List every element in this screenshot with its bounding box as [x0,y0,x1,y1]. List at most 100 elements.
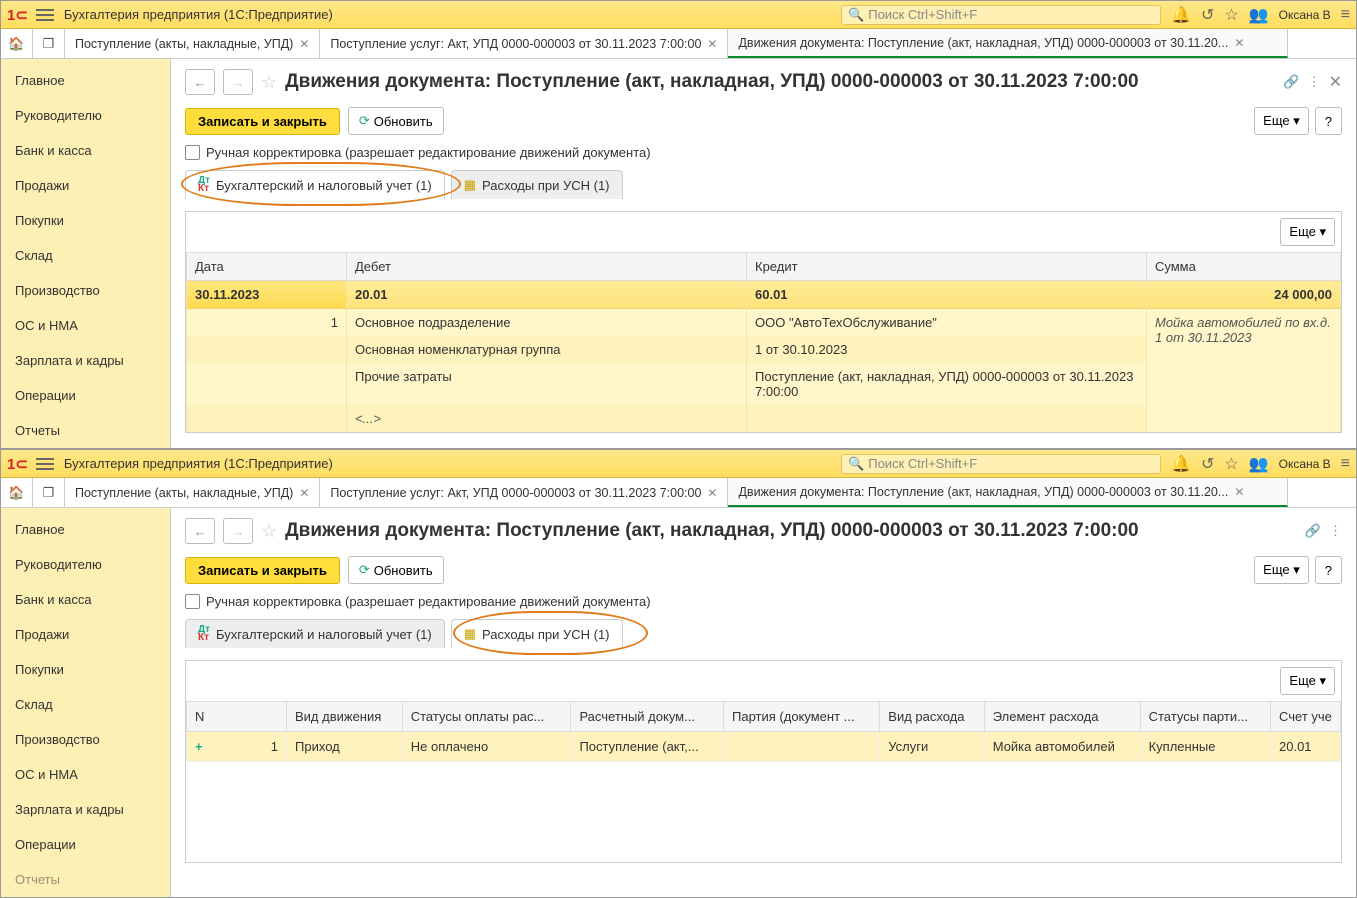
apptab-1[interactable]: Поступление (акты, накладные, УПД)✕ [65,478,320,507]
manual-edit-checkbox[interactable] [185,594,200,609]
col-expelem[interactable]: Элемент расхода [984,702,1140,732]
nav-back-button[interactable]: ← [185,518,215,544]
apptab-2[interactable]: Поступление услуг: Акт, УПД 0000-000003 … [320,478,728,507]
home-button[interactable]: 🏠 [1,478,33,507]
usn-grid[interactable]: N Вид движения Статусы оплаты рас... Рас… [186,701,1341,762]
sidebar-item-reports[interactable]: Отчеты [1,413,170,448]
sidebar-item-sales[interactable]: Продажи [1,168,170,203]
sidebar-item-stock[interactable]: Склад [1,687,170,722]
settings-icon[interactable]: ≡ [1341,6,1350,24]
sidebar-item-operations[interactable]: Операции [1,378,170,413]
user-icon[interactable]: 👥 [1249,5,1269,25]
favorite-icon[interactable]: ☆ [261,72,277,93]
more-icon[interactable]: ⋮ [1329,523,1342,539]
accounting-grid[interactable]: Дата Дебет Кредит Сумма 30.11.2023 20.01… [186,252,1341,432]
save-close-button[interactable]: Записать и закрыть [185,108,340,135]
sidebar-item-hr[interactable]: Зарплата и кадры [1,792,170,827]
user-icon[interactable]: 👥 [1249,454,1269,474]
tab-accounting[interactable]: ДтКт Бухгалтерский и налоговый учет (1) [185,170,445,199]
sidebar-item-production[interactable]: Производство [1,273,170,308]
close-icon[interactable]: ✕ [299,37,309,51]
col-account[interactable]: Счет уче [1271,702,1341,732]
table-row[interactable]: +1 Приход Не оплачено Поступление (акт,.… [187,732,1341,762]
col-calcdoc[interactable]: Расчетный докум... [571,702,724,732]
sidebar-item-bank[interactable]: Банк и касса [1,582,170,617]
sidebar-item-sales[interactable]: Продажи [1,617,170,652]
close-icon[interactable]: ✕ [707,37,717,51]
sidebar-item-bank[interactable]: Банк и касса [1,133,170,168]
col-n[interactable]: N [187,702,287,732]
menu-icon[interactable] [36,9,54,21]
col-paystatus[interactable]: Статусы оплаты рас... [402,702,571,732]
close-icon[interactable]: ✕ [299,486,309,500]
col-debit[interactable]: Дебет [347,253,747,281]
sidebar-item-manager[interactable]: Руководителю [1,98,170,133]
close-button[interactable]: ✕ [1329,72,1342,92]
close-icon[interactable]: ✕ [1234,36,1244,50]
link-icon[interactable]: 🔗 [1283,74,1299,90]
col-party[interactable]: Партия (документ ... [724,702,880,732]
refresh-button[interactable]: ⟳Обновить [348,556,444,584]
search-icon: 🔍 [848,456,864,472]
apptab-2[interactable]: Поступление услуг: Акт, УПД 0000-000003 … [320,29,728,58]
sidebar-item-reports[interactable]: Отчеты [1,862,170,897]
history-icon[interactable]: ↺ [1201,5,1214,25]
windows-button[interactable]: ❐ [33,478,65,507]
col-exptype[interactable]: Вид расхода [880,702,984,732]
help-button[interactable]: ? [1315,107,1342,135]
grid-panel: Еще ▾ N Вид движения Статусы оплаты рас.… [185,660,1342,863]
grid-more-button[interactable]: Еще ▾ [1280,667,1335,695]
sidebar-item-purchases[interactable]: Покупки [1,203,170,238]
search-input[interactable]: 🔍 Поиск Ctrl+Shift+F [841,5,1161,25]
nav-back-button[interactable]: ← [185,69,215,95]
col-credit[interactable]: Кредит [747,253,1147,281]
manual-edit-checkbox[interactable] [185,145,200,160]
col-type[interactable]: Вид движения [287,702,403,732]
bell-icon[interactable]: 🔔 [1171,454,1191,474]
favorite-icon[interactable]: ☆ [261,521,277,542]
tab-accounting[interactable]: ДтКт Бухгалтерский и налоговый учет (1) [185,619,445,648]
grid-more-button[interactable]: Еще ▾ [1280,218,1335,246]
settings-icon[interactable]: ≡ [1341,455,1350,473]
bell-icon[interactable]: 🔔 [1171,5,1191,25]
sidebar-item-hr[interactable]: Зарплата и кадры [1,343,170,378]
save-close-button[interactable]: Записать и закрыть [185,557,340,584]
nav-forward-button[interactable]: → [223,69,253,95]
history-icon[interactable]: ↺ [1201,454,1214,474]
close-icon[interactable]: ✕ [707,486,717,500]
col-sum[interactable]: Сумма [1147,253,1341,281]
more-button[interactable]: Еще ▾ [1254,556,1309,584]
more-icon[interactable]: ⋮ [1308,74,1321,90]
more-button[interactable]: Еще ▾ [1254,107,1309,135]
col-date[interactable]: Дата [187,253,347,281]
sidebar-item-operations[interactable]: Операции [1,827,170,862]
sidebar-item-production[interactable]: Производство [1,722,170,757]
sidebar-item-manager[interactable]: Руководителю [1,547,170,582]
apptab-3[interactable]: Движения документа: Поступление (акт, на… [728,478,1288,507]
table-row[interactable]: 1 Основное подразделение ООО "АвтоТехОбс… [187,309,1341,337]
apptab-3[interactable]: Движения документа: Поступление (акт, на… [728,29,1288,58]
star-icon[interactable]: ☆ [1224,454,1238,474]
menu-icon[interactable] [36,458,54,470]
link-icon[interactable]: 🔗 [1305,523,1321,539]
tab-usn[interactable]: ▦ Расходы при УСН (1) [451,619,623,648]
apptab-1[interactable]: Поступление (акты, накладные, УПД) ✕ [65,29,320,58]
sidebar-item-assets[interactable]: ОС и НМА [1,308,170,343]
col-partystatus[interactable]: Статусы парти... [1140,702,1270,732]
user-name: Оксана В [1279,8,1331,22]
home-button[interactable]: 🏠 [1,29,33,58]
search-input[interactable]: 🔍 Поиск Ctrl+Shift+F [841,454,1161,474]
refresh-button[interactable]: ⟳Обновить [348,107,444,135]
sidebar-item-stock[interactable]: Склад [1,238,170,273]
sidebar-item-main[interactable]: Главное [1,63,170,98]
star-icon[interactable]: ☆ [1224,5,1238,25]
sidebar-item-main[interactable]: Главное [1,512,170,547]
nav-forward-button[interactable]: → [223,518,253,544]
table-row[interactable]: 30.11.2023 20.01 60.01 24 000,00 [187,281,1341,309]
help-button[interactable]: ? [1315,556,1342,584]
sidebar-item-assets[interactable]: ОС и НМА [1,757,170,792]
close-icon[interactable]: ✕ [1234,485,1244,499]
sidebar-item-purchases[interactable]: Покупки [1,652,170,687]
tab-usn[interactable]: ▦ Расходы при УСН (1) [451,170,623,199]
windows-button[interactable]: ❐ [33,29,65,58]
